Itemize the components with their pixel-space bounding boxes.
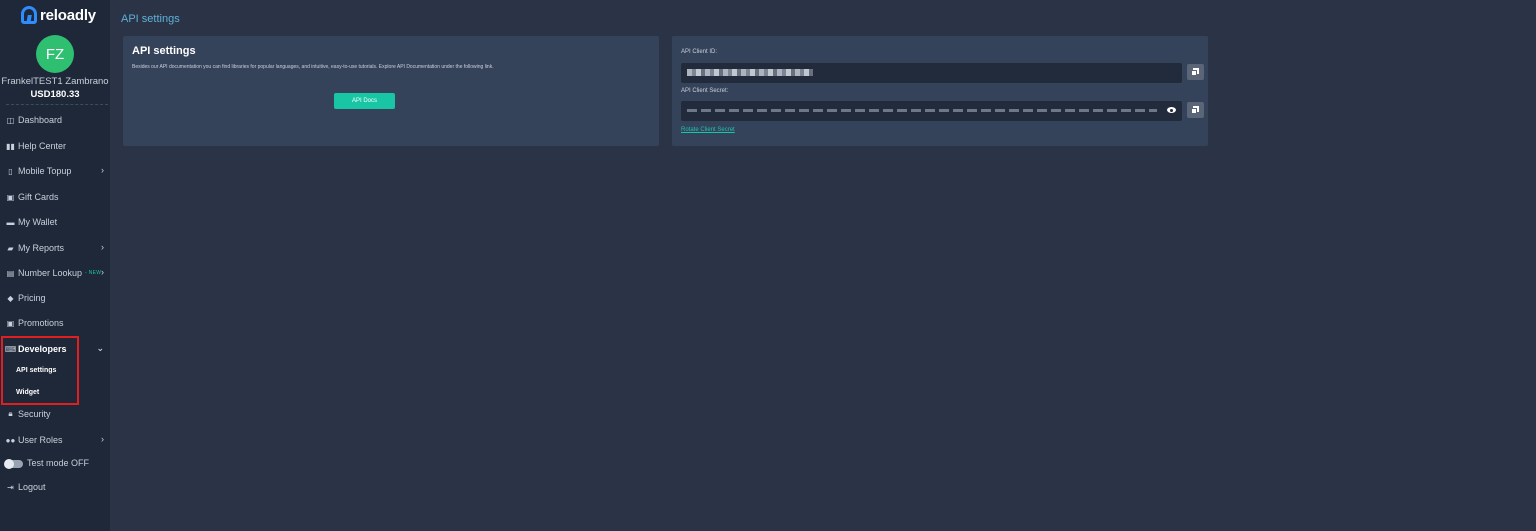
logout-icon: ⇥ [7,482,14,492]
page-title: API settings [121,13,180,25]
sidebar-item-label: Pricing [18,293,46,303]
sidebar-item-label: User Roles [18,435,63,445]
user-balance: USD180.33 [30,89,80,100]
test-mode-label: Test mode OFF [27,458,90,468]
sidebar-item-promotions[interactable]: ▣ Promotions [6,315,106,331]
chevron-right-icon: › [101,165,104,175]
client-id-label: API Client ID: [681,49,718,55]
brand-name: reloadly [40,6,96,24]
chevron-right-icon: › [101,434,104,444]
sidebar: reloadly FZ FrankelTEST1 Zambrano USD180… [0,0,110,531]
sidebar-item-help-center[interactable]: ▮▮ Help Center [6,138,106,154]
sidebar-item-mobile-topup[interactable]: ▯ Mobile Topup › [6,163,106,179]
eye-icon[interactable] [1167,107,1176,113]
wallet-icon: ▬ [6,217,15,227]
card-title: API settings [132,45,196,57]
toggle-knob [4,459,14,469]
sidebar-item-my-reports[interactable]: ▰ My Reports › [6,240,106,256]
sidebar-item-label: Help Center [18,141,67,151]
sidebar-item-label: Security [18,409,51,419]
gift-icon: ▣ [6,318,15,328]
client-secret-field[interactable] [681,101,1182,121]
sidebar-item-logout[interactable]: ⇥ Logout [6,479,106,495]
sidebar-item-dashboard[interactable]: ◫ Dashboard [6,112,106,128]
folder-icon: ▰ [7,243,14,253]
sidebar-divider [6,104,108,105]
copy-client-secret-button[interactable] [1187,102,1204,118]
mobile-icon: ▯ [8,166,13,176]
sidebar-item-label: Number Lookup [18,268,83,278]
reloadly-logo-icon [21,6,37,24]
lock-icon: 🔒︎ [8,409,13,418]
contact-card-icon: ▤ [6,268,15,278]
dashboard-icon: ◫ [6,115,15,125]
masked-secret [687,109,1157,112]
user-name: FrankelTEST1 Zambrano [1,76,109,87]
client-secret-label: API Client Secret: [681,88,729,94]
sidebar-item-user-roles[interactable]: ●● User Roles › [6,432,106,448]
test-mode-toggle[interactable] [4,459,23,469]
gift-icon: ▣ [6,192,15,202]
chevron-right-icon: › [101,267,104,277]
users-icon: ●● [5,435,16,445]
rotate-client-secret-link[interactable]: Rotate Client Secret [681,127,735,133]
sidebar-item-label: Dashboard [18,115,63,125]
chevron-down-icon: ⌄ [96,343,104,353]
sidebar-item-security[interactable]: 🔒︎ Security [6,406,106,422]
sidebar-item-label: Gift Cards [18,192,59,202]
sidebar-item-label: Promotions [18,318,64,328]
sidebar-item-label: Logout [18,482,46,492]
chevron-right-icon: › [101,242,104,252]
sidebar-item-pricing[interactable]: ◆ Pricing [6,290,106,306]
developers-highlight-box [1,336,79,405]
client-id-field[interactable] [681,63,1182,83]
api-settings-card: API settings Besides our API documentati… [123,36,659,146]
sidebar-item-label: My Reports [18,243,65,253]
tags-icon: ◆ [7,293,14,303]
new-badge: - NEW [85,270,102,276]
reloadly-logo[interactable]: reloadly [21,5,96,25]
copy-client-id-button[interactable] [1187,64,1204,80]
sidebar-item-number-lookup[interactable]: ▤ Number Lookup - NEW › [6,265,106,281]
sidebar-item-gift-cards[interactable]: ▣ Gift Cards [6,189,106,205]
book-icon: ▮▮ [6,141,15,151]
avatar[interactable]: FZ [36,35,74,73]
api-credentials-card: API Client ID: API Client Secret: Rotate… [672,36,1208,146]
sidebar-item-label: My Wallet [18,217,58,227]
api-docs-button[interactable]: API Docs [334,93,395,109]
sidebar-item-my-wallet[interactable]: ▬ My Wallet [6,214,106,230]
card-description: Besides our API documentation you can fi… [132,64,494,70]
sidebar-item-label: Mobile Topup [18,166,72,176]
client-id-value-blurred [687,69,813,76]
